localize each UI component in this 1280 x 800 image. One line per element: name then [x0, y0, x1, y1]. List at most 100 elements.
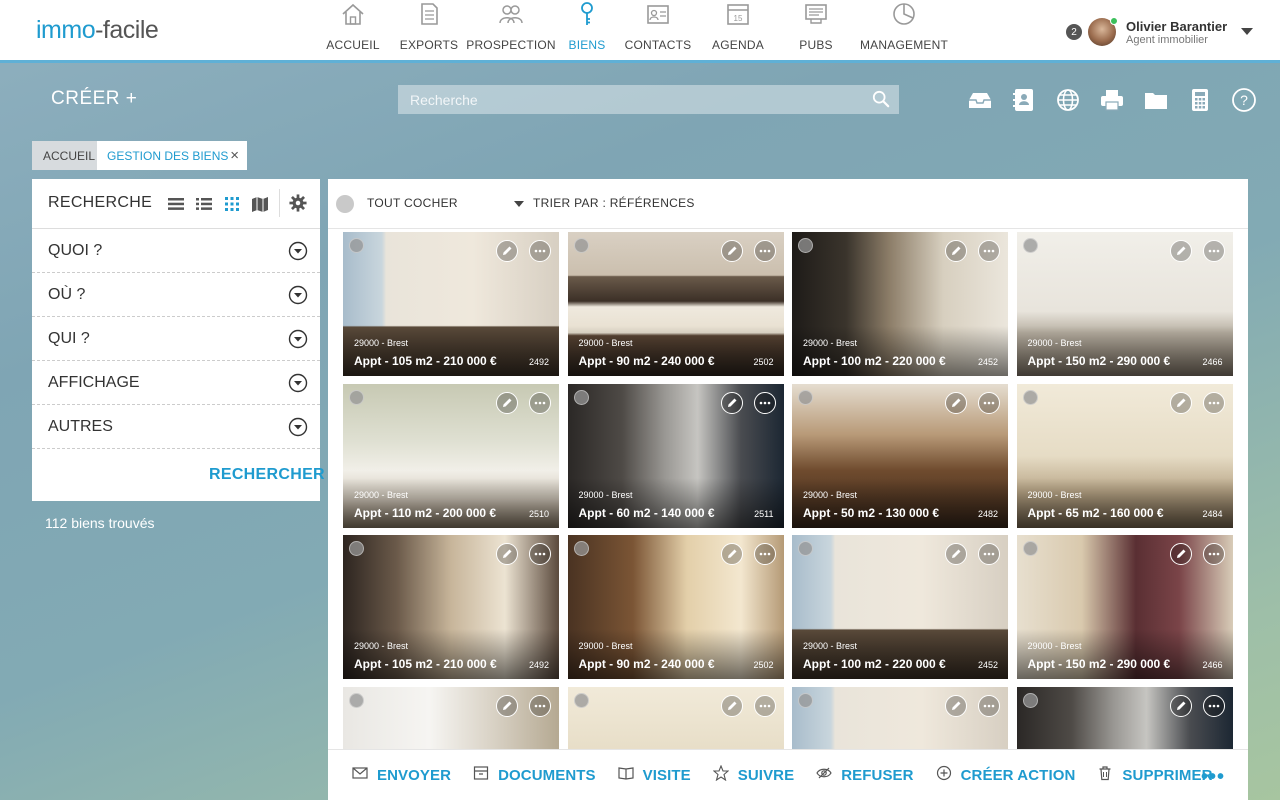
- card-select-checkbox[interactable]: [349, 238, 364, 253]
- grid-view-button[interactable]: [218, 193, 246, 215]
- more-options-icon[interactable]: [1202, 694, 1225, 717]
- card-select-checkbox[interactable]: [573, 692, 589, 708]
- property-card[interactable]: [567, 686, 784, 749]
- filter-row[interactable]: QUOI ?: [32, 229, 320, 273]
- property-card[interactable]: 29000 - Brest Appt - 100 m2 - 220 000 € 24…: [792, 535, 1008, 679]
- edit-pencil-icon[interactable]: [720, 240, 743, 262]
- more-options-icon[interactable]: [529, 543, 551, 565]
- detailed-list-view-button[interactable]: [190, 193, 218, 215]
- chevron-down-icon[interactable]: [288, 373, 308, 393]
- user-menu-chevron-down-icon[interactable]: [1241, 28, 1253, 35]
- more-options-icon[interactable]: [753, 694, 776, 717]
- property-card[interactable]: 29000 - Brest Appt - 90 m2 - 240 000 € 250…: [567, 535, 784, 679]
- edit-pencil-icon[interactable]: [496, 694, 518, 717]
- property-card[interactable]: 29000 - Brest Appt - 65 m2 - 160 000 € 248…: [1016, 383, 1233, 528]
- breadcrumb-current-tab[interactable]: GESTION DES BIENS ×: [97, 141, 247, 170]
- filter-row[interactable]: AUTRES: [32, 405, 320, 449]
- app-logo[interactable]: immo-facile: [36, 16, 159, 45]
- sort-dropdown-icon[interactable]: [514, 201, 524, 207]
- nav-item-exports[interactable]: EXPORTS: [388, 0, 470, 60]
- create-button[interactable]: CRÉER +: [51, 88, 137, 110]
- edit-pencil-icon[interactable]: [945, 240, 967, 262]
- action-visite-button[interactable]: VISITE: [618, 765, 691, 786]
- more-options-icon[interactable]: [978, 391, 1000, 414]
- edit-pencil-icon[interactable]: [945, 694, 967, 717]
- more-options-icon[interactable]: [1202, 543, 1225, 565]
- edit-pencil-icon[interactable]: [496, 240, 518, 262]
- property-card[interactable]: 29000 - Brest Appt - 60 m2 - 140 000 € 251…: [567, 383, 784, 528]
- user-menu[interactable]: 2 Olivier Barantier Agent immobilier: [1066, 14, 1227, 50]
- search-submit-button[interactable]: RECHERCHER: [209, 466, 325, 484]
- edit-pencil-icon[interactable]: [1169, 391, 1192, 414]
- more-options-icon[interactable]: [753, 543, 776, 565]
- card-select-checkbox[interactable]: [798, 541, 813, 556]
- property-card[interactable]: 29000 - Brest Appt - 105 m2 - 210 000 € 24…: [343, 535, 559, 679]
- chevron-down-icon[interactable]: [288, 241, 308, 261]
- edit-pencil-icon[interactable]: [945, 543, 967, 565]
- globe-icon[interactable]: [1055, 86, 1099, 114]
- nav-item-prospection[interactable]: PROSPECTION: [466, 0, 556, 60]
- action-suivre-button[interactable]: SUIVRE: [712, 764, 794, 786]
- property-card[interactable]: [1016, 686, 1233, 749]
- property-card[interactable]: 29000 - Brest Appt - 50 m2 - 130 000 € 248…: [792, 383, 1008, 528]
- calculator-icon[interactable]: [1187, 86, 1231, 114]
- edit-pencil-icon[interactable]: [720, 543, 743, 565]
- search-icon[interactable]: [872, 90, 890, 108]
- map-view-button[interactable]: [246, 193, 274, 215]
- more-options-icon[interactable]: [753, 240, 776, 262]
- folder-icon[interactable]: [1143, 86, 1187, 114]
- nav-item-management[interactable]: MANAGEMENT: [850, 0, 958, 60]
- breadcrumb-home[interactable]: ACCUEIL: [32, 141, 107, 170]
- card-select-checkbox[interactable]: [1022, 692, 1038, 708]
- more-options-icon[interactable]: [529, 240, 551, 262]
- action-créer-action-button[interactable]: CRÉER ACTION: [936, 765, 1076, 786]
- property-card[interactable]: 29000 - Brest Appt - 100 m2 - 220 000 € 24…: [792, 232, 1008, 376]
- sort-dropdown[interactable]: TRIER PAR : RÉFÉRENCES: [533, 196, 695, 210]
- action-documents-button[interactable]: DOCUMENTS: [473, 765, 596, 786]
- gear-icon[interactable]: [289, 194, 307, 212]
- card-select-checkbox[interactable]: [1022, 541, 1038, 556]
- card-select-checkbox[interactable]: [349, 541, 364, 556]
- avatar[interactable]: [1088, 17, 1118, 46]
- chevron-down-icon[interactable]: [288, 329, 308, 349]
- more-options-icon[interactable]: [978, 240, 1000, 262]
- select-all-checkbox[interactable]: [336, 195, 354, 213]
- property-card[interactable]: [792, 686, 1008, 749]
- notification-badge[interactable]: 2: [1066, 24, 1082, 40]
- property-card[interactable]: 29000 - Brest Appt - 150 m2 - 290 000 € 24…: [1016, 535, 1233, 679]
- nav-item-agenda[interactable]: 15 AGENDA: [694, 0, 782, 60]
- more-options-icon[interactable]: [529, 391, 551, 414]
- property-card[interactable]: 29000 - Brest Appt - 90 m2 - 240 000 € 250…: [567, 232, 784, 376]
- action-envoyer-button[interactable]: ENVOYER: [352, 765, 451, 786]
- filter-row[interactable]: OÙ ?: [32, 273, 320, 317]
- card-select-checkbox[interactable]: [573, 238, 589, 253]
- nav-item-contacts[interactable]: CONTACTS: [622, 0, 694, 60]
- nav-item-accueil[interactable]: ACCUEIL: [318, 0, 388, 60]
- more-options-icon[interactable]: [978, 694, 1000, 717]
- chevron-down-icon[interactable]: [288, 285, 308, 305]
- edit-pencil-icon[interactable]: [1169, 543, 1192, 565]
- filter-row[interactable]: QUI ?: [32, 317, 320, 361]
- filter-row[interactable]: AFFICHAGE: [32, 361, 320, 405]
- card-select-checkbox[interactable]: [349, 389, 364, 405]
- more-options-icon[interactable]: [529, 694, 551, 717]
- nav-item-pubs[interactable]: PUBS: [782, 0, 850, 60]
- close-tab-icon[interactable]: ×: [230, 147, 239, 164]
- card-select-checkbox[interactable]: [798, 692, 813, 708]
- more-options-icon[interactable]: [1202, 240, 1225, 262]
- inbox-icon[interactable]: [967, 86, 1011, 114]
- edit-pencil-icon[interactable]: [720, 694, 743, 717]
- card-select-checkbox[interactable]: [349, 692, 364, 708]
- more-options-icon[interactable]: [1202, 391, 1225, 414]
- more-options-icon[interactable]: [978, 543, 1000, 565]
- select-all-label[interactable]: TOUT COCHER: [367, 196, 458, 210]
- action-refuser-button[interactable]: REFUSER: [816, 765, 913, 786]
- edit-pencil-icon[interactable]: [1169, 694, 1192, 717]
- address-book-icon[interactable]: [1011, 86, 1055, 114]
- edit-pencil-icon[interactable]: [720, 391, 743, 414]
- property-card[interactable]: 29000 - Brest Appt - 150 m2 - 290 000 € 24…: [1016, 232, 1233, 376]
- card-select-checkbox[interactable]: [1022, 389, 1038, 405]
- printer-icon[interactable]: [1099, 86, 1143, 114]
- card-select-checkbox[interactable]: [573, 541, 589, 556]
- more-options-icon[interactable]: [753, 391, 776, 414]
